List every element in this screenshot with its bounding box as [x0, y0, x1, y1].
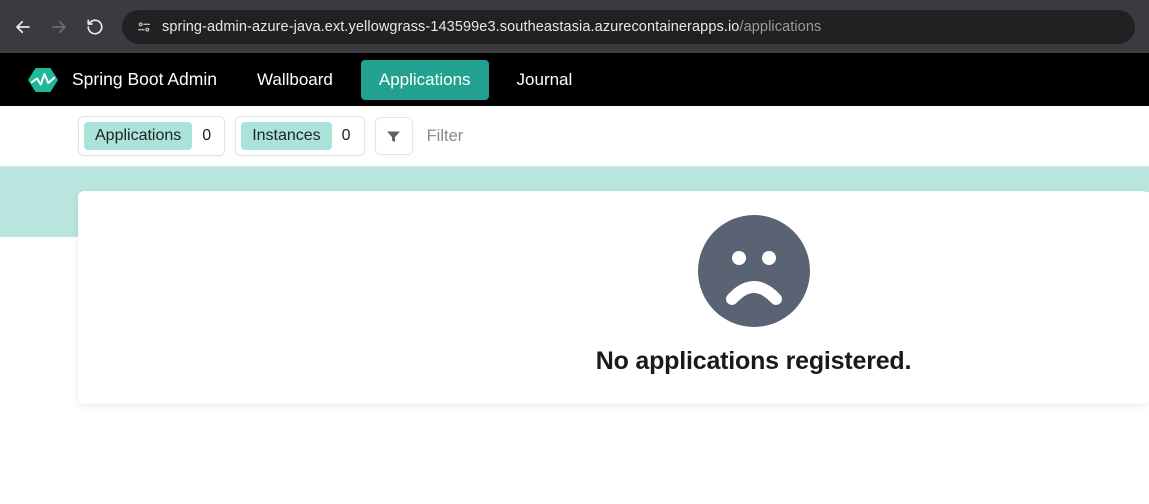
nav-applications[interactable]: Applications [361, 60, 489, 100]
browser-chrome: spring-admin-azure-java.ext.yellowgrass-… [0, 0, 1149, 53]
filter-toggle-button[interactable] [375, 117, 413, 155]
nav-journal[interactable]: Journal [499, 53, 591, 106]
instances-chip[interactable]: Instances 0 [235, 116, 364, 156]
empty-state-card: No applications registered. [78, 191, 1149, 404]
applications-chip[interactable]: Applications 0 [78, 116, 225, 156]
applications-chip-count: 0 [202, 127, 215, 145]
sad-face-icon [698, 215, 810, 327]
nav-arrows [14, 18, 104, 36]
url-path: /applications [739, 19, 821, 35]
filter-bar: Applications 0 Instances 0 [0, 106, 1149, 167]
content-area: No applications registered. [0, 191, 1149, 404]
url-host: spring-admin-azure-java.ext.yellowgrass-… [162, 19, 739, 35]
app-header: Spring Boot Admin Wallboard Applications… [0, 53, 1149, 106]
empty-state-inner: No applications registered. [78, 211, 1149, 376]
url-text: spring-admin-azure-java.ext.yellowgrass-… [162, 19, 821, 35]
brand-title: Spring Boot Admin [72, 69, 217, 90]
applications-chip-label: Applications [84, 122, 192, 150]
nav-wallboard[interactable]: Wallboard [239, 53, 351, 106]
instances-chip-count: 0 [342, 127, 355, 145]
forward-button[interactable] [50, 18, 68, 36]
instances-chip-label: Instances [241, 122, 331, 150]
back-button[interactable] [14, 18, 32, 36]
site-settings-icon[interactable] [136, 19, 152, 35]
filter-icon [385, 128, 402, 145]
url-bar[interactable]: spring-admin-azure-java.ext.yellowgrass-… [122, 10, 1135, 44]
empty-state-message: No applications registered. [596, 347, 912, 376]
filter-input[interactable] [423, 119, 1149, 154]
reload-button[interactable] [86, 18, 104, 36]
app-logo [28, 65, 58, 95]
